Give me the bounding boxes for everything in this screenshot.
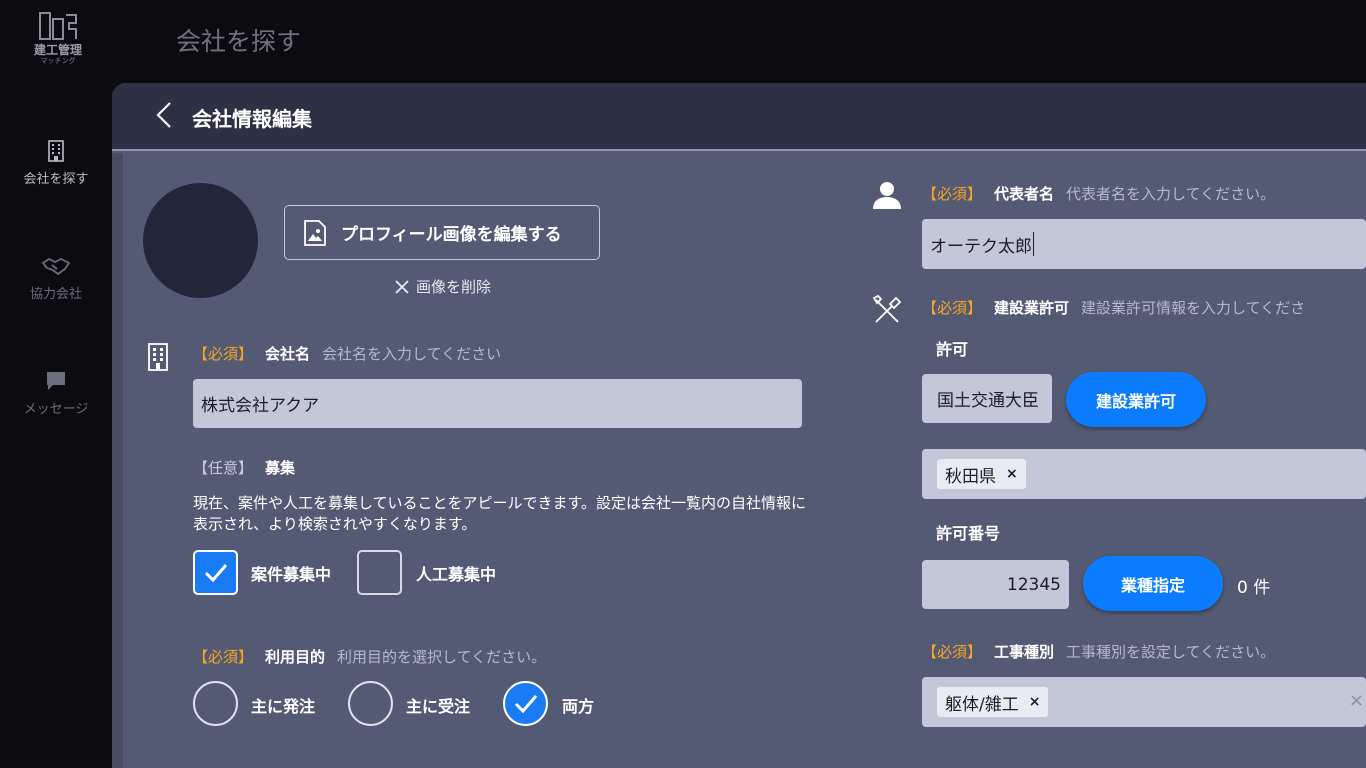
permit-number-label: 許可番号 bbox=[936, 524, 1001, 543]
recruit-projects-checkbox[interactable] bbox=[193, 550, 238, 595]
permit-number-input[interactable]: 12345 bbox=[922, 560, 1069, 609]
representative-input[interactable]: オーテク太郎 bbox=[922, 219, 1366, 269]
app-logo[interactable]: 建工管理 マッチング bbox=[28, 10, 88, 72]
delete-image-link[interactable]: 画像を削除 bbox=[394, 276, 491, 297]
logo-subtext: マッチング bbox=[40, 57, 76, 65]
purpose-hint: 利用目的を選択してください。 bbox=[337, 648, 547, 666]
work-type-chip-label: 躯体/雑工 bbox=[945, 694, 1019, 715]
company-name-input[interactable]: 株式会社アクア bbox=[193, 379, 802, 428]
chat-icon bbox=[47, 372, 65, 390]
required-tag: 【必須】 bbox=[922, 299, 983, 317]
clear-all-icon[interactable]: × bbox=[1349, 690, 1364, 711]
tools-icon bbox=[872, 294, 902, 323]
industry-count: 0 件 bbox=[1237, 578, 1271, 598]
close-icon bbox=[395, 279, 409, 294]
sidebar-item-messages[interactable]: メッセージ bbox=[0, 370, 112, 417]
construction-permit-button[interactable]: 建設業許可 bbox=[1066, 372, 1206, 427]
work-type-label: 工事種別 bbox=[994, 643, 1055, 661]
person-icon bbox=[873, 182, 901, 209]
prefecture-chip-label: 秋田県 bbox=[945, 466, 996, 487]
recruit-label-row: 【任意】 募集 bbox=[193, 457, 307, 478]
chevron-left-icon bbox=[156, 102, 171, 128]
license-label-row: 【必須】 建設業許可 建設業許可情報を入力してくださ bbox=[922, 297, 1305, 318]
company-name-hint: 会社名を入力してください bbox=[322, 345, 502, 363]
sidebar-item-label: 協力会社 bbox=[29, 287, 82, 302]
industry-specify-button[interactable]: 業種指定 bbox=[1083, 556, 1223, 611]
recruit-description: 現在、案件や人工を募集していることをアピールできます。設定は会社一覧内の自社情報… bbox=[193, 494, 807, 533]
sidebar-item-partners[interactable]: 協力会社 bbox=[0, 255, 112, 302]
license-hint: 建設業許可情報を入力してくださ bbox=[1081, 299, 1306, 317]
representative-hint: 代表者名を入力してください。 bbox=[1066, 185, 1276, 203]
work-type-chip: 躯体/雑工 × bbox=[937, 687, 1049, 717]
edit-profile-image-label: プロフィール画像を編集する bbox=[341, 225, 562, 245]
purpose-label: 利用目的 bbox=[265, 648, 326, 666]
chip-remove-icon[interactable]: × bbox=[1029, 694, 1041, 710]
chip-remove-icon[interactable]: × bbox=[1006, 466, 1018, 482]
permit-label: 許可 bbox=[936, 340, 969, 359]
recruit-workers-checkbox[interactable] bbox=[357, 550, 402, 595]
page-title: 会社を探す bbox=[176, 27, 302, 56]
purpose-order-radio[interactable] bbox=[193, 681, 238, 726]
image-file-icon bbox=[304, 219, 326, 246]
required-tag: 【必須】 bbox=[193, 345, 254, 363]
representative-label-row: 【必須】 代表者名 代表者名を入力してください。 bbox=[922, 183, 1275, 204]
check-icon bbox=[204, 564, 228, 583]
representative-label: 代表者名 bbox=[994, 185, 1055, 203]
purpose-both-radio[interactable] bbox=[503, 681, 548, 726]
modal-scroll-gutter bbox=[112, 153, 123, 768]
company-name-label: 会社名 bbox=[265, 345, 311, 363]
avatar bbox=[143, 183, 258, 298]
modal-header: 会社情報編集 bbox=[112, 83, 1366, 151]
building-icon bbox=[148, 343, 168, 371]
modal-title: 会社情報編集 bbox=[192, 107, 312, 131]
work-type-hint: 工事種別を設定してください。 bbox=[1066, 643, 1276, 661]
work-type-label-row: 【必須】 工事種別 工事種別を設定してください。 bbox=[922, 641, 1275, 662]
recruit-workers-label[interactable]: 人工募集中 bbox=[416, 561, 496, 585]
required-tag: 【必須】 bbox=[922, 185, 983, 203]
purpose-receive-radio[interactable] bbox=[348, 681, 393, 726]
sidebar-item-find-company[interactable]: 会社を探す bbox=[0, 140, 112, 187]
prefecture-chip: 秋田県 × bbox=[937, 459, 1026, 489]
edit-profile-image-button[interactable]: プロフィール画像を編集する bbox=[284, 205, 600, 260]
purpose-label-row: 【必須】 利用目的 利用目的を選択してください。 bbox=[193, 646, 546, 667]
recruit-projects-label[interactable]: 案件募集中 bbox=[251, 561, 331, 585]
representative-value: オーテク太郎 bbox=[930, 236, 1032, 257]
license-label: 建設業許可 bbox=[994, 299, 1070, 317]
required-tag: 【必須】 bbox=[922, 643, 983, 661]
logo-text: 建工管理 bbox=[33, 43, 82, 57]
company-name-label-row: 【必須】 会社名 会社名を入力してください bbox=[193, 343, 501, 364]
handshake-icon bbox=[41, 257, 71, 276]
prefecture-select[interactable]: 秋田県 × bbox=[922, 449, 1366, 499]
permit-authority-field[interactable]: 国土交通大臣 bbox=[922, 374, 1052, 423]
purpose-receive-label[interactable]: 主に受注 bbox=[406, 693, 470, 717]
recruit-label: 募集 bbox=[265, 459, 296, 477]
optional-tag: 【任意】 bbox=[193, 459, 254, 477]
purpose-both-label[interactable]: 両方 bbox=[562, 693, 594, 717]
building-icon bbox=[48, 140, 64, 162]
sidebar: 建工管理 マッチング 会社を探す 協力会社 メッセージ bbox=[0, 0, 112, 768]
sidebar-item-label: メッセージ bbox=[23, 402, 89, 417]
delete-image-label: 画像を削除 bbox=[416, 278, 492, 296]
edit-company-modal: 会社情報編集 プロフィール画像を編集する 画像を削除 【必須】 会社名 会社名を… bbox=[112, 83, 1366, 768]
purpose-order-label[interactable]: 主に発注 bbox=[251, 693, 315, 717]
sidebar-item-label: 会社を探す bbox=[23, 172, 89, 187]
check-icon bbox=[514, 695, 538, 714]
logo-icon bbox=[39, 12, 77, 40]
work-type-select[interactable]: 躯体/雑工 × × bbox=[922, 677, 1366, 727]
back-button[interactable] bbox=[152, 100, 178, 130]
text-cursor bbox=[1033, 232, 1034, 256]
required-tag: 【必須】 bbox=[193, 648, 254, 666]
